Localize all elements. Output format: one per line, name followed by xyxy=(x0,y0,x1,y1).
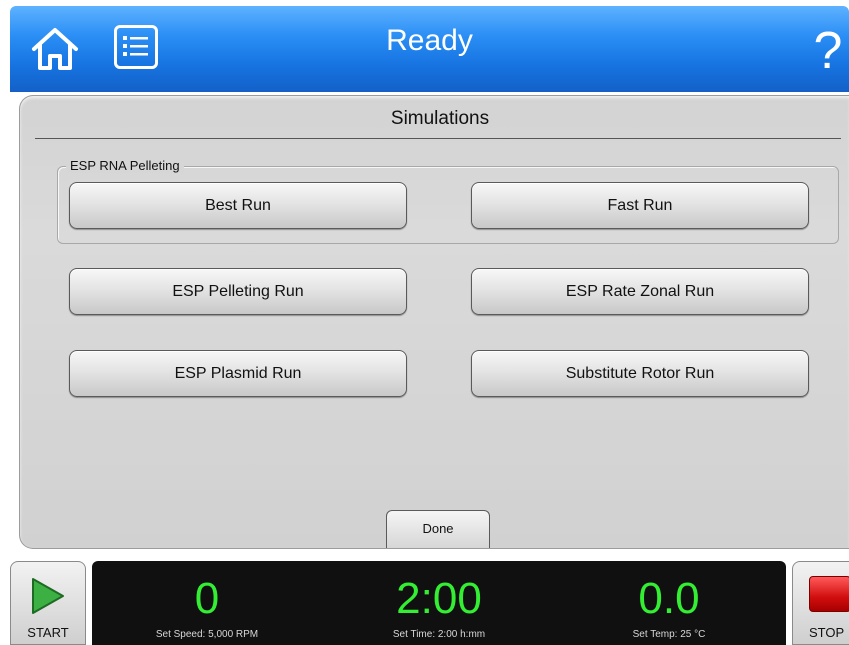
fast-run-button[interactable]: Fast Run xyxy=(471,182,809,229)
stop-icon xyxy=(809,576,849,612)
simulations-panel: Simulations ESP RNA Pelleting Best Run F… xyxy=(19,95,849,549)
temp-value: 0.0 xyxy=(638,574,700,623)
play-icon xyxy=(32,578,64,614)
start-label: START xyxy=(27,625,69,640)
substitute-rotor-run-button[interactable]: Substitute Rotor Run xyxy=(471,350,809,397)
group-label: ESP RNA Pelleting xyxy=(66,158,184,173)
time-setpoint: Set Time: 2:00 h:mm xyxy=(392,629,486,640)
page-title: Simulations xyxy=(390,108,490,129)
esp-plasmid-run-button[interactable]: ESP Plasmid Run xyxy=(69,350,407,397)
stop-label: STOP xyxy=(809,625,845,640)
done-button[interactable]: Done xyxy=(386,510,490,548)
stop-button[interactable]: STOP xyxy=(792,561,849,645)
best-run-button[interactable]: Best Run xyxy=(69,182,407,229)
status-title: Ready xyxy=(386,24,473,57)
esp-rate-zonal-run-button[interactable]: ESP Rate Zonal Run xyxy=(471,268,809,315)
temp-readout: 0.0 Set Temp: 25 °C xyxy=(554,561,784,640)
time-value: 2:00 xyxy=(396,574,482,623)
title-divider xyxy=(35,138,841,139)
speed-value: 0 xyxy=(194,574,220,623)
temp-setpoint: Set Temp: 25 °C xyxy=(632,629,706,640)
time-readout: 2:00 Set Time: 2:00 h:mm xyxy=(324,561,554,640)
speed-readout: 0 Set Speed: 5,000 RPM xyxy=(92,561,322,640)
speed-setpoint: Set Speed: 5,000 RPM xyxy=(155,629,259,640)
status-header: Ready ? xyxy=(10,6,849,92)
start-button[interactable]: START xyxy=(10,561,86,645)
esp-pelleting-run-button[interactable]: ESP Pelleting Run xyxy=(69,268,407,315)
help-icon[interactable]: ? xyxy=(813,22,843,80)
run-status-display: 0 Set Speed: 5,000 RPM 2:00 Set Time: 2:… xyxy=(92,561,786,645)
